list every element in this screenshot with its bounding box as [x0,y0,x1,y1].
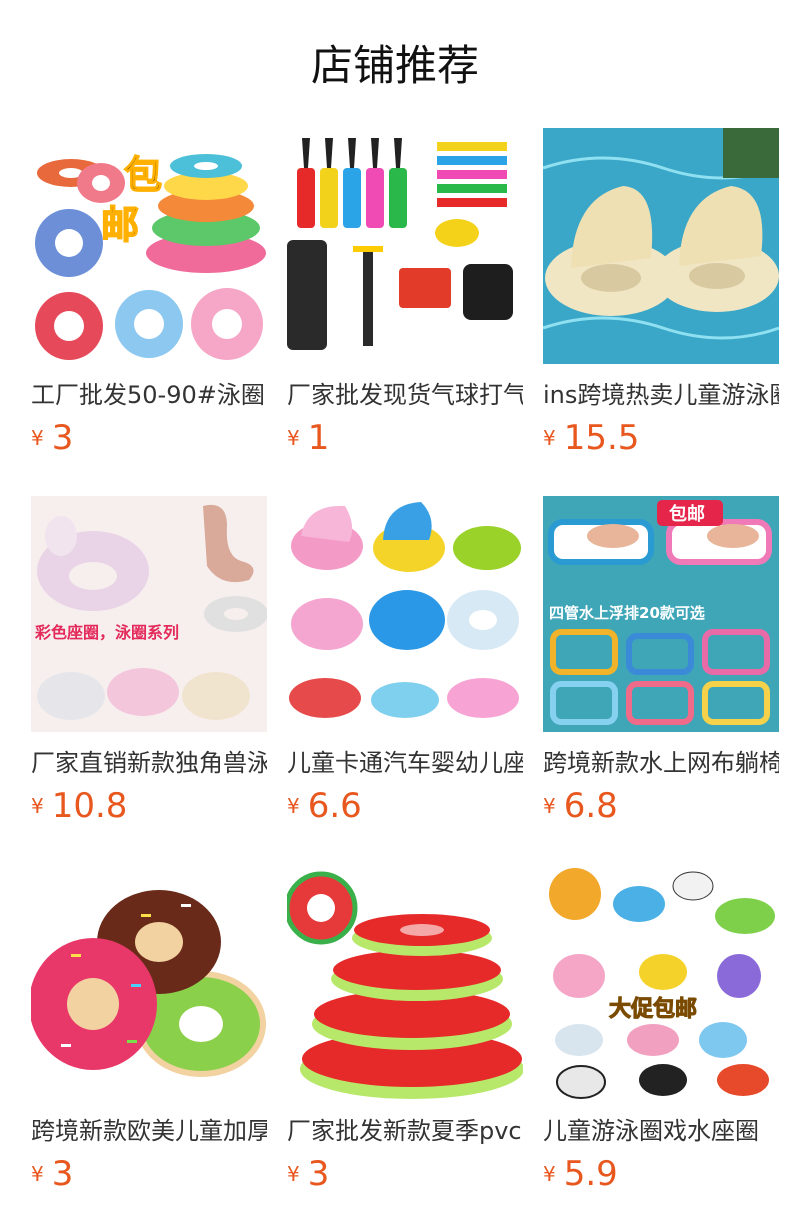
product-name[interactable]: 儿童游泳圈戏水座圈 [543,1114,779,1148]
currency-symbol: ¥ [287,794,300,818]
product-price: ¥3 [31,1152,73,1196]
currency-symbol: ¥ [31,794,44,818]
price-amount: 3 [51,418,74,458]
product-image[interactable]: 大促包邮 [543,864,779,1100]
image-promo-text: 包邮 [669,503,705,525]
price-amount: 6.8 [563,786,618,826]
product-price: ¥6.6 [287,784,362,828]
product-image[interactable] [543,128,779,364]
currency-symbol: ¥ [287,1162,300,1186]
product-price: ¥15.5 [543,416,639,460]
price-amount: 5.9 [563,1154,618,1194]
product-image[interactable] [287,128,523,364]
animal-floats-icon: 大促包邮 [543,864,779,1100]
price-amount: 1 [307,418,330,458]
product-name[interactable]: 跨境新款水上网布躺椅 [543,746,779,780]
product-image[interactable]: 彩色座圈，泳圈系列 [31,496,267,732]
product-name[interactable]: 儿童卡通汽车婴幼儿座圈 [287,746,523,780]
price-amount: 3 [51,1154,74,1194]
watermelon-ring-icon [287,864,523,1100]
currency-symbol: ¥ [287,426,300,450]
product-name[interactable]: 厂家批发新款夏季pvc西瓜泳圈 [287,1114,523,1148]
currency-symbol: ¥ [543,426,556,450]
svg-text:邮: 邮 [101,203,139,247]
price-amount: 15.5 [563,418,640,458]
currency-symbol: ¥ [543,794,556,818]
svg-text:包: 包 [124,153,162,197]
product-image[interactable] [31,864,267,1100]
swim-ring-stack-icon: 包 邮 [31,128,267,364]
currency-symbol: ¥ [31,1162,44,1186]
product-name[interactable]: 跨境新款欧美儿童加厚泳圈 [31,1114,267,1148]
page-title: 店铺推荐 [310,41,479,90]
product-name[interactable]: ins跨境热卖儿童游泳圈 [543,378,779,412]
product-name[interactable]: 厂家直销新款独角兽泳圈 [31,746,267,780]
product-price: ¥10.8 [31,784,127,828]
kids-seat-float-icon [287,496,523,732]
product-price: ¥1 [287,416,329,460]
product-name[interactable]: 工厂批发50-90#泳圈 [31,378,267,412]
image-promo-text: 大促包邮 [609,996,697,1022]
price-amount: 6.6 [307,786,362,826]
currency-symbol: ¥ [543,1162,556,1186]
image-promo-subtext: 四管水上浮排20款可选 [549,604,705,622]
product-image[interactable] [287,864,523,1100]
product-price: ¥3 [287,1152,329,1196]
product-price: ¥3 [31,416,73,460]
product-image[interactable]: 包 邮 [31,128,267,364]
air-pump-icon [287,128,523,364]
donut-ring-icon [31,864,267,1100]
water-hammock-icon: 包邮 四管水上浮排20款可选 [543,496,779,732]
baby-float-pool-icon [543,128,779,364]
price-amount: 10.8 [51,786,128,826]
unicorn-float-icon: 彩色座圈，泳圈系列 [31,496,267,732]
product-price: ¥5.9 [543,1152,618,1196]
product-price: ¥6.8 [543,784,618,828]
currency-symbol: ¥ [31,426,44,450]
product-image[interactable]: 包邮 四管水上浮排20款可选 [543,496,779,732]
product-name[interactable]: 厂家批发现货气球打气筒 [287,378,523,412]
product-image[interactable] [287,496,523,732]
price-amount: 3 [307,1154,330,1194]
image-promo-text: 彩色座圈，泳圈系列 [34,623,179,642]
